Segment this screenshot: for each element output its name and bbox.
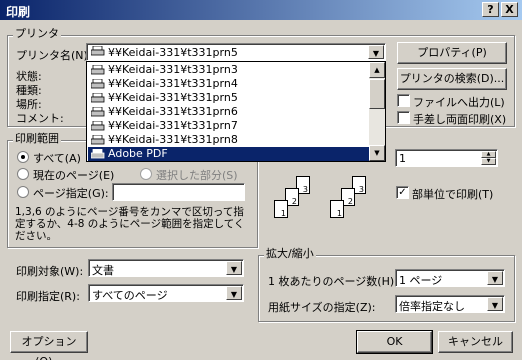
printer-icon bbox=[90, 134, 105, 145]
manual-duplex-label: 手差し両面印刷(X) bbox=[413, 113, 507, 126]
spin-up-icon[interactable]: ▲ bbox=[481, 151, 496, 158]
range-current-radio[interactable] bbox=[17, 168, 29, 180]
page-icon: 1 bbox=[274, 200, 288, 218]
printer-icon bbox=[90, 120, 105, 131]
range-all-radio[interactable] bbox=[17, 151, 29, 163]
ok-button[interactable]: OK bbox=[356, 330, 433, 354]
chevron-down-icon[interactable]: ▼ bbox=[226, 261, 242, 275]
scale-to-paper-label: 用紙サイズの指定(Z): bbox=[268, 301, 376, 314]
printer-icon bbox=[90, 78, 105, 89]
collate-checkbox[interactable]: ✓ bbox=[396, 186, 409, 199]
print-option-select[interactable]: すべてのページ ▼ bbox=[88, 284, 244, 302]
close-button[interactable]: X bbox=[501, 2, 518, 17]
collate-label: 部単位で印刷(T) bbox=[412, 188, 494, 201]
scroll-down-icon[interactable]: ▼ bbox=[369, 145, 385, 161]
printer-list-item-label: Adobe PDF bbox=[108, 147, 168, 160]
printer-list-item[interactable]: ¥¥Keidai-331¥t331prn7 bbox=[88, 119, 371, 133]
copies-value: 1 bbox=[399, 152, 406, 165]
range-all-label: すべて(A) bbox=[33, 152, 81, 165]
print-what-value: 文書 bbox=[92, 264, 114, 277]
printer-dropdown-list: ¥¥Keidai-331¥t331prn3 ¥¥Keidai-331¥t331p… bbox=[86, 61, 386, 162]
manual-duplex-checkbox[interactable] bbox=[397, 111, 410, 124]
printer-icon bbox=[90, 106, 105, 117]
printer-list-item-label: ¥¥Keidai-331¥t331prn3 bbox=[108, 63, 238, 76]
printer-select[interactable]: ¥¥Keidai-331¥t331prn5 ▼ bbox=[86, 43, 386, 61]
printer-list-item-label: ¥¥Keidai-331¥t331prn8 bbox=[108, 133, 238, 146]
pages-per-sheet-select[interactable]: 1 ページ ▼ bbox=[395, 269, 505, 287]
printer-list-item[interactable]: ¥¥Keidai-331¥t331prn8 bbox=[88, 133, 371, 147]
scroll-up-icon[interactable]: ▲ bbox=[369, 62, 385, 78]
help-button[interactable]: ? bbox=[482, 2, 499, 17]
printer-list-item-label: ¥¥Keidai-331¥t331prn6 bbox=[108, 105, 238, 118]
range-pages-label: ページ指定(G): bbox=[33, 187, 109, 200]
dropdown-scrollbar[interactable]: ▲ ▼ bbox=[369, 62, 385, 161]
range-help-text: 1,3,6 のようにページ番号をカンマで区切って指定するか、4-8 のようにペー… bbox=[15, 206, 245, 242]
printer-select-value: ¥¥Keidai-331¥t331prn5 bbox=[108, 46, 238, 59]
scale-to-paper-value: 倍率指定なし bbox=[399, 300, 465, 313]
range-selection-label: 選択した部分(S) bbox=[156, 169, 238, 182]
printer-list-item[interactable]: ¥¥Keidai-331¥t331prn6 bbox=[88, 105, 371, 119]
pages-input[interactable] bbox=[112, 183, 245, 201]
print-to-file-label: ファイルへ出力(L) bbox=[413, 96, 505, 109]
properties-button[interactable]: プロパティ(P) bbox=[397, 42, 507, 64]
collate-illustration-2: 3 2 1 bbox=[328, 172, 388, 224]
printer-name-label: プリンタ名(N): bbox=[16, 49, 92, 62]
scale-to-paper-select[interactable]: 倍率指定なし ▼ bbox=[395, 295, 505, 313]
range-pages-radio[interactable] bbox=[17, 186, 29, 198]
printer-list-item-label: ¥¥Keidai-331¥t331prn4 bbox=[108, 77, 238, 90]
page-icon: 1 bbox=[330, 200, 344, 218]
print-to-file-checkbox[interactable] bbox=[397, 94, 410, 107]
spin-down-icon[interactable]: ▼ bbox=[481, 158, 496, 165]
printer-group-legend: プリンタ bbox=[13, 27, 61, 40]
printer-list-item-label: ¥¥Keidai-331¥t331prn7 bbox=[108, 119, 238, 132]
print-option-label: 印刷指定(R): bbox=[16, 290, 80, 303]
printer-icon bbox=[90, 92, 105, 103]
chevron-down-icon[interactable]: ▼ bbox=[368, 45, 384, 59]
pages-per-sheet-value: 1 ページ bbox=[399, 274, 443, 287]
printer-icon bbox=[90, 148, 105, 159]
cancel-button[interactable]: キャンセル bbox=[438, 331, 513, 353]
print-range-legend: 印刷範囲 bbox=[13, 132, 61, 145]
printer-list-item[interactable]: ¥¥Keidai-331¥t331prn4 bbox=[88, 77, 371, 91]
printer-icon bbox=[90, 45, 105, 56]
printer-list-item-selected[interactable]: Adobe PDF bbox=[88, 147, 371, 161]
window-title: 印刷 bbox=[6, 5, 31, 19]
printer-list-item[interactable]: ¥¥Keidai-331¥t331prn5 bbox=[88, 91, 371, 105]
pages-per-sheet-label: 1 枚あたりのページ数(H): bbox=[268, 275, 398, 288]
find-printer-button[interactable]: プリンタの検索(D)... bbox=[397, 68, 507, 90]
print-option-value: すべてのページ bbox=[92, 289, 168, 302]
chevron-down-icon[interactable]: ▼ bbox=[487, 271, 503, 285]
chevron-down-icon[interactable]: ▼ bbox=[226, 286, 242, 300]
options-button[interactable]: オプション(O)... bbox=[10, 331, 88, 360]
copies-input[interactable]: 1 ▲ ▼ bbox=[395, 149, 498, 167]
scroll-thumb[interactable] bbox=[369, 79, 385, 109]
printer-icon bbox=[90, 64, 105, 75]
range-current-label: 現在のページ(E) bbox=[33, 169, 115, 182]
print-what-label: 印刷対象(W): bbox=[16, 265, 84, 278]
chevron-down-icon[interactable]: ▼ bbox=[487, 297, 503, 311]
print-what-select[interactable]: 文書 ▼ bbox=[88, 259, 244, 277]
title-bar: 印刷 bbox=[0, 0, 522, 20]
comment-label: コメント: bbox=[16, 112, 64, 125]
printer-list-item-label: ¥¥Keidai-331¥t331prn5 bbox=[108, 91, 238, 104]
zoom-group-legend: 拡大/縮小 bbox=[264, 247, 316, 260]
printer-list-item[interactable]: ¥¥Keidai-331¥t331prn3 bbox=[88, 63, 371, 77]
collate-illustration-1: 3 2 1 bbox=[272, 172, 332, 224]
range-selection-radio[interactable] bbox=[140, 168, 152, 180]
